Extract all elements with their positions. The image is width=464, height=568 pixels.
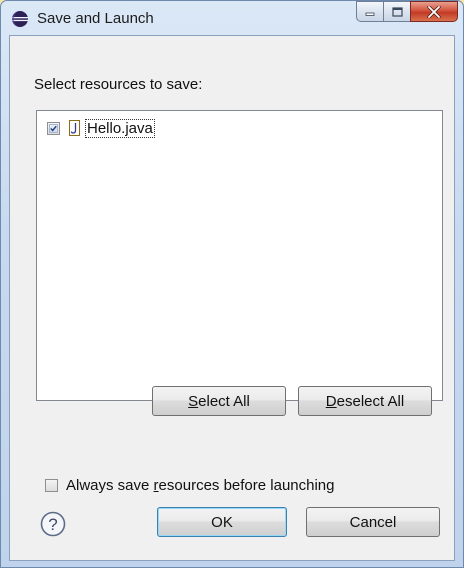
- deselect-all-post: eselect All: [336, 392, 405, 410]
- close-icon: [427, 5, 441, 18]
- resource-name: Hello.java: [85, 118, 155, 138]
- always-save-label: Always save resources before launching: [66, 477, 335, 494]
- maximize-icon: [391, 6, 403, 17]
- eclipse-icon: [12, 11, 28, 27]
- title-bar[interactable]: Save and Launch: [1, 1, 463, 35]
- dialog-content: Select resources to save: Hello.java S e…: [9, 35, 455, 561]
- window-controls: [356, 1, 458, 23]
- svg-text:?: ?: [48, 515, 57, 534]
- help-icon[interactable]: ?: [40, 511, 66, 537]
- deselect-all-button[interactable]: Deselect All: [298, 386, 432, 416]
- select-all-mnemonic: S: [188, 392, 199, 410]
- select-all-button[interactable]: Select All: [152, 386, 286, 416]
- minimize-button[interactable]: [356, 1, 383, 22]
- window-title: Save and Launch: [37, 10, 154, 27]
- cancel-button[interactable]: Cancel: [306, 507, 440, 537]
- dialog-window: Save and Launch Select resources to save…: [0, 0, 464, 568]
- select-all-post: elect All: [198, 392, 250, 410]
- deselect-all-mnemonic: D: [325, 392, 337, 410]
- always-save-checkbox[interactable]: [45, 479, 58, 492]
- resources-prompt: Select resources to save:: [34, 76, 203, 93]
- resource-checkbox[interactable]: [47, 121, 60, 135]
- always-save-option[interactable]: Always save resources before launching: [45, 477, 335, 494]
- maximize-button[interactable]: [383, 1, 410, 22]
- resources-list[interactable]: Hello.java: [36, 110, 443, 401]
- ok-button[interactable]: OK: [157, 507, 287, 537]
- java-file-icon: [69, 120, 80, 136]
- list-item[interactable]: Hello.java: [47, 118, 155, 138]
- close-button[interactable]: [410, 1, 458, 22]
- minimize-icon: [365, 12, 375, 16]
- checkbox-check-icon: [49, 123, 58, 133]
